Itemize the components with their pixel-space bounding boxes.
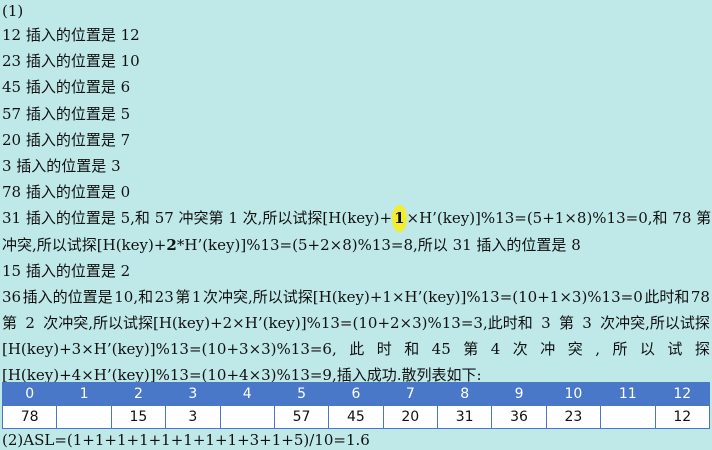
hash-table-index-row: 0 1 2 3 4 5 6 7 8 9 10 11 12	[1, 382, 710, 406]
word: 10,和	[114, 287, 154, 306]
value-cell	[56, 405, 112, 429]
word: 插入的位置是	[22, 287, 113, 306]
index-cell: 2	[110, 382, 167, 406]
word: 和	[404, 340, 420, 359]
line31-prefix: 31 插入的位置是 5,和 57 冲突第 1 次,所以试探[H(key)+	[2, 209, 393, 228]
insert-line-12: 12 插入的位置是 12	[2, 26, 140, 44]
insert-line-31: 31 插入的位置是 5,和 57 冲突第 1 次,所以试探[H(key)+ 1 ×H…	[2, 205, 712, 232]
word: 4	[490, 340, 501, 359]
insert-line-3: 3 插入的位置是 3	[2, 156, 121, 175]
hash-table: 0 1 2 3 4 5 6 7 8 9 10 11 12 78 15 3 57 …	[1, 382, 710, 429]
insert-line-31-cont: 冲突,所以试探[H(key)+2*H’(key)]%13=(5+2×8)%13=…	[2, 232, 710, 258]
index-cell: 0	[1, 382, 58, 406]
word: 第	[463, 340, 479, 359]
value-cell	[600, 405, 656, 429]
value-cell: 57	[273, 405, 330, 429]
word: 时	[376, 340, 392, 359]
line31-cont-suffix: *H’(key)]%13=(5+2×8)%13=8,所以 31 插入的位置是 8	[176, 235, 581, 254]
word: ,	[595, 340, 600, 359]
word: 试	[667, 340, 683, 359]
value-cell: 36	[491, 405, 547, 429]
value-cell: 3	[165, 405, 221, 429]
index-cell: 7	[382, 382, 439, 406]
value-cell	[219, 405, 275, 429]
line31-cont-prefix: 冲突,所以试探[H(key)+	[2, 235, 167, 254]
word: 冲	[540, 340, 556, 359]
insert-line-36-c: [H(key)+3×H’(key)]%13=(10+3×3)%13=6, 此 时…	[2, 336, 710, 362]
asl-formula: (2)ASL=(1+1+1+1+1+1+1+1+3+1+5)/10=1.6	[2, 431, 370, 449]
word: 78	[690, 287, 710, 306]
value-cell: 20	[382, 405, 439, 429]
word: [H(key)+3×H’(key)]%13=(10+3×3)%13=6,	[2, 340, 337, 359]
word: 以	[639, 340, 655, 359]
index-cell: 9	[491, 382, 547, 406]
index-cell: 1	[56, 382, 112, 406]
index-cell: 11	[600, 382, 656, 406]
word: 此	[349, 340, 365, 359]
index-cell: 4	[219, 382, 275, 406]
insert-line-36-b: 第 2 次冲突,所以试探[H(key)+2×H’(key)]%13=(10+2×…	[2, 310, 710, 336]
index-cell: 8	[436, 382, 493, 406]
insert-line-36-a: 36 插入的位置是 10,和 23 第 1 次冲突,所以试探[H(key)+1×…	[2, 284, 710, 310]
word: 3	[582, 314, 592, 333]
word: 第	[558, 314, 574, 333]
word: 第	[2, 314, 18, 333]
word: 36	[2, 287, 22, 306]
document-body: (1) 12 插入的位置是 12 23 插入的位置是 10 45 插入的位置是 …	[2, 0, 712, 389]
word: 第	[175, 287, 191, 306]
insert-line-78: 78 插入的位置是 0	[2, 183, 131, 202]
value-cell: 45	[328, 405, 384, 429]
part1-label: (1)	[2, 2, 24, 20]
cursor-highlight: 1	[392, 205, 407, 232]
word: 次冲突,所以试探[H(key)+1×H’(key)]%13=(10+1×3)%1…	[203, 287, 643, 306]
index-cell: 10	[545, 382, 602, 406]
word: 次	[512, 340, 528, 359]
value-cell: 12	[654, 405, 710, 429]
word: 此时和	[644, 287, 690, 306]
index-cell: 3	[165, 382, 221, 406]
word: 2	[25, 314, 35, 333]
word: 23	[154, 287, 174, 306]
word: 1	[191, 287, 202, 306]
word: 次冲突,所以试探[H(key)+2×H’(key)]%13=(10+2×3)%1…	[43, 314, 533, 333]
word: 探	[694, 340, 710, 359]
word: 突	[567, 340, 583, 359]
word: 3	[541, 314, 551, 333]
insert-line-45: 45 插入的位置是 6	[2, 78, 131, 97]
insert-line-57: 57 插入的位置是 5	[2, 104, 131, 123]
insert-line-15: 15 插入的位置是 2	[2, 261, 131, 280]
word: 所	[612, 340, 628, 359]
value-cell: 31	[436, 405, 493, 429]
value-cell: 23	[545, 405, 602, 429]
insert-line-20: 20 插入的位置是 7	[2, 130, 131, 149]
hash-table-value-row: 78 15 3 57 45 20 31 36 23 12	[1, 405, 710, 429]
index-cell: 6	[328, 382, 384, 406]
word: 次冲突,所以试探	[600, 314, 710, 333]
line31-suffix: ×H’(key)]%13=(5+1×8)%13=0,和 78 第 2 次	[406, 209, 712, 228]
word: 45	[431, 340, 451, 359]
insert-line-23: 23 插入的位置是 10	[2, 52, 140, 71]
value-cell: 15	[110, 405, 167, 429]
index-cell: 5	[273, 382, 330, 406]
value-cell: 78	[1, 405, 58, 429]
index-cell: 12	[654, 382, 710, 406]
line31-cont-bold: 2	[166, 235, 177, 254]
